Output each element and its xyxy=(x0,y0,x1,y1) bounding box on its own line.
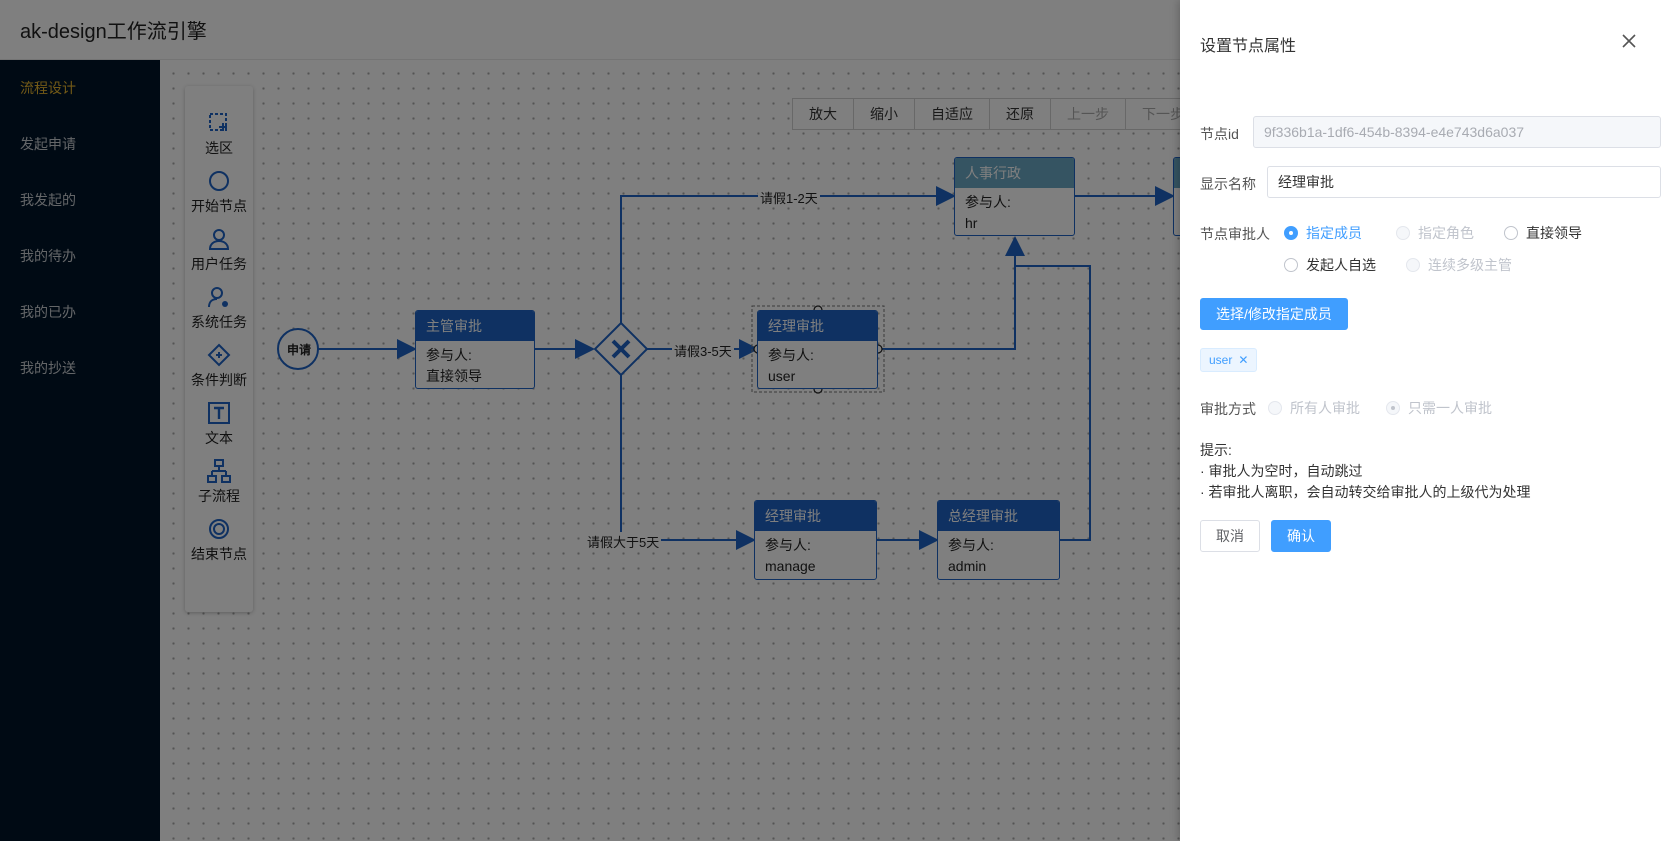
approve-mode-label: 审批方式 xyxy=(1200,401,1256,417)
close-icon[interactable]: ✕ xyxy=(1238,353,1248,367)
radio-all-approve[interactable]: 所有人审批 xyxy=(1268,398,1360,418)
radio-direct-leader[interactable]: 直接领导 xyxy=(1504,223,1582,243)
cancel-button[interactable]: 取消 xyxy=(1200,520,1260,552)
approver-label: 节点审批人 xyxy=(1200,226,1270,242)
display-name-label: 显示名称 xyxy=(1200,176,1256,192)
drawer-title: 设置节点属性 xyxy=(1200,38,1297,55)
radio-initiator-choose[interactable]: 发起人自选 xyxy=(1284,255,1376,275)
tip-line: · 若审批人离职，会自动转交给审批人的上级代为处理 xyxy=(1200,484,1531,500)
node-id-label: 节点id xyxy=(1200,126,1239,142)
select-members-button[interactable]: 选择/修改指定成员 xyxy=(1200,298,1348,330)
tips-title: 提示: xyxy=(1200,442,1232,458)
node-id-field[interactable] xyxy=(1253,116,1661,148)
confirm-button[interactable]: 确认 xyxy=(1271,520,1331,552)
member-tag: user ✕ xyxy=(1200,348,1258,372)
radio-specified-role[interactable]: 指定角色 xyxy=(1396,223,1474,243)
radio-specified-members[interactable]: 指定成员 xyxy=(1284,223,1362,243)
display-name-field[interactable] xyxy=(1267,166,1661,198)
radio-multi-level-supervisor[interactable]: 连续多级主管 xyxy=(1406,255,1512,275)
radio-any-one-approve[interactable]: 只需一人审批 xyxy=(1386,398,1492,418)
node-properties-drawer: 设置节点属性 节点id 显示名称 节点审批人 指定成员 指定角色 直接领导 发起… xyxy=(1180,0,1679,841)
tip-line: · 审批人为空时，自动跳过 xyxy=(1200,463,1363,479)
close-icon[interactable] xyxy=(1618,30,1640,52)
